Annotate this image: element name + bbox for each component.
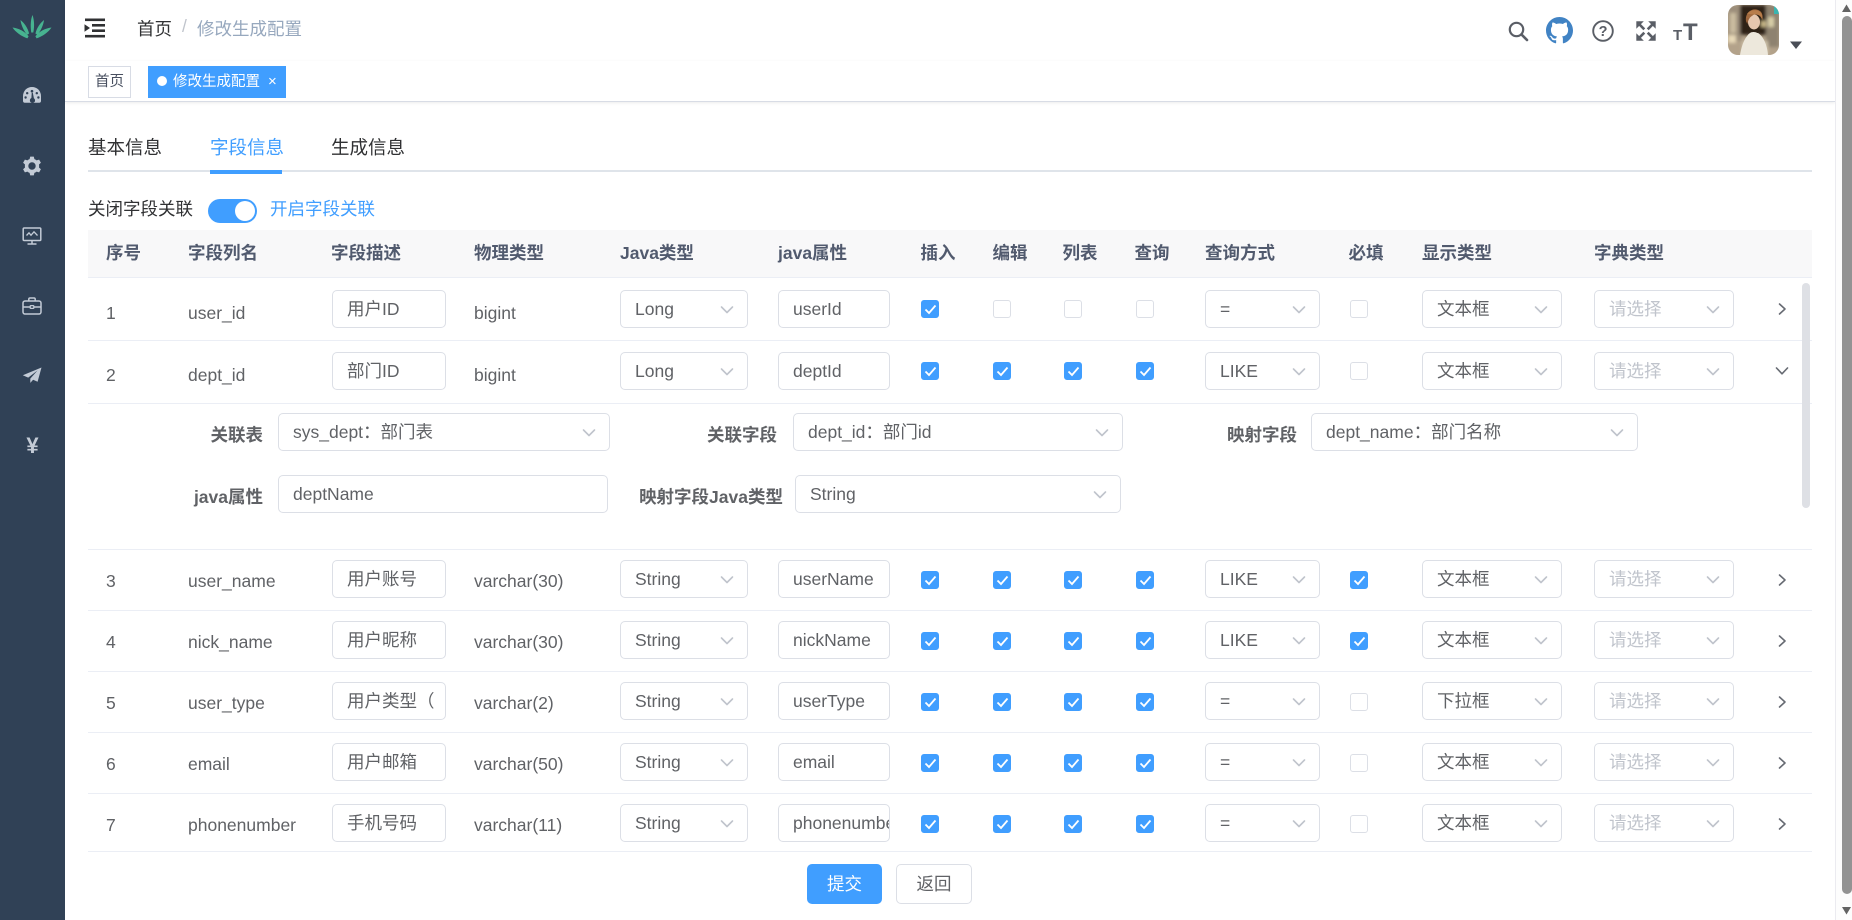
svg-text:T: T [1673, 27, 1682, 44]
svg-text:T: T [1683, 19, 1698, 44]
svg-text:?: ? [1599, 24, 1608, 40]
